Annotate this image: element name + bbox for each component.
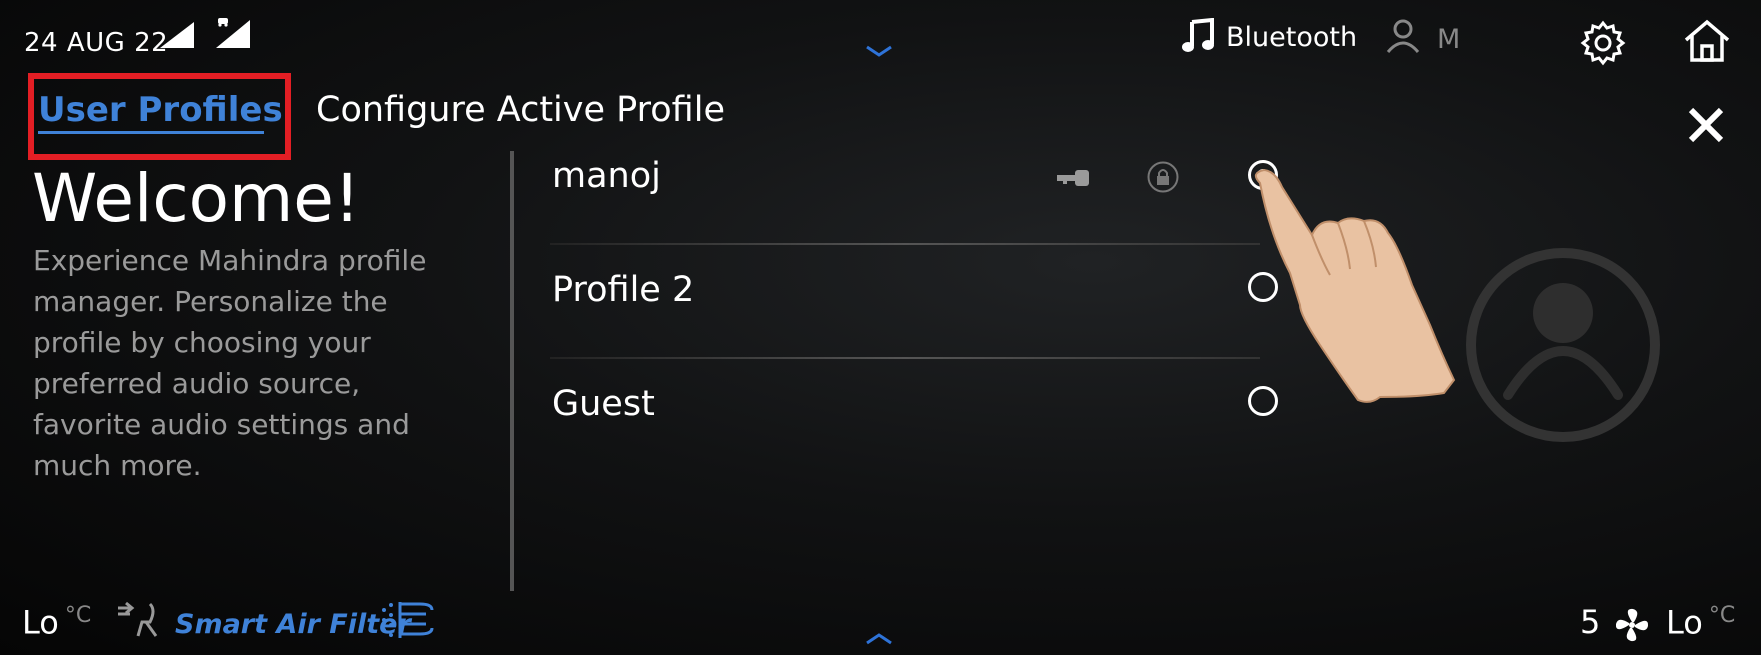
fan-icon[interactable]: [1613, 606, 1651, 644]
chevron-up-icon[interactable]: [864, 628, 894, 648]
right-temperature[interactable]: Lo °C: [1666, 603, 1735, 642]
user-initial[interactable]: M: [1437, 24, 1460, 55]
right-temperature-unit: °C: [1708, 603, 1736, 628]
welcome-title: Welcome!: [32, 160, 361, 237]
smart-air-filter-label[interactable]: Smart Air Filter: [175, 609, 411, 640]
home-icon[interactable]: [1683, 18, 1731, 64]
fan-speed-value[interactable]: 5: [1580, 603, 1600, 641]
left-temperature-unit: °C: [64, 603, 92, 628]
tab-configure-active-profile[interactable]: Configure Active Profile: [316, 90, 725, 130]
pointing-hand-illustration: [1254, 168, 1456, 403]
row-separator: [550, 243, 1260, 245]
highlight-box: [28, 73, 291, 160]
welcome-description: Experience Mahindra profile manager. Per…: [33, 244, 427, 482]
car-signal-icon: [216, 18, 250, 48]
close-icon[interactable]: [1686, 105, 1726, 145]
profile-name-manoj[interactable]: manoj: [552, 156, 661, 196]
row-separator: [550, 357, 1260, 359]
panel-divider: [510, 151, 514, 591]
user-icon[interactable]: [1385, 18, 1421, 54]
gear-icon[interactable]: [1580, 20, 1626, 66]
left-temperature[interactable]: Lo °C: [22, 603, 91, 642]
status-date: 24 AUG 22: [24, 28, 169, 58]
media-source-label[interactable]: Bluetooth: [1226, 22, 1357, 53]
signal-strength-icon: [160, 22, 194, 48]
profile-name-profile-2[interactable]: Profile 2: [552, 270, 694, 310]
lock-icon[interactable]: [1146, 160, 1180, 194]
right-temperature-value: Lo: [1666, 603, 1703, 642]
profile-name-guest[interactable]: Guest: [552, 384, 655, 424]
air-filter-icon[interactable]: [380, 600, 440, 642]
music-note-icon: [1182, 18, 1214, 52]
chevron-down-icon[interactable]: [864, 42, 894, 62]
key-icon[interactable]: [1055, 167, 1091, 189]
seat-airflow-icon[interactable]: [116, 600, 164, 640]
avatar-icon: [1466, 248, 1660, 442]
left-temperature-value: Lo: [22, 603, 59, 642]
